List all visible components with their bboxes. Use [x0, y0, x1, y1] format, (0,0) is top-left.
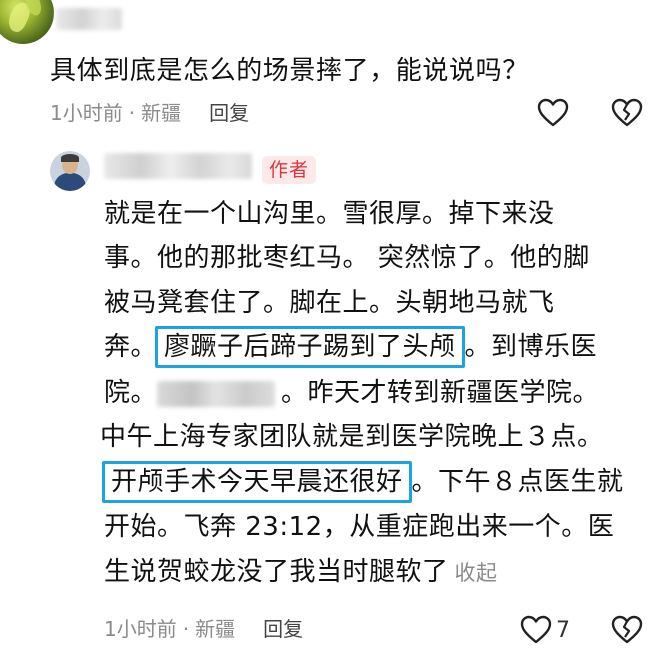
- highlighted-phrase: 廖蹶子后蹄子踢到了头颅: [155, 326, 465, 368]
- collapse-button[interactable]: 收起: [455, 561, 498, 585]
- heart-outline-icon[interactable]: [536, 96, 570, 130]
- broken-heart-icon[interactable]: [610, 96, 644, 130]
- heart-outline-icon[interactable]: [519, 613, 553, 647]
- reply-line: 中午上海专家团队就是到医学院晚上３点。: [100, 422, 604, 452]
- reply-line: 生说贺蛟龙没了我当时腿软了 收起: [104, 557, 498, 587]
- reply-line: 开颅手术今天早晨还很好 。下午８点医生就: [102, 458, 624, 506]
- highlighted-phrase: 开颅手术今天早晨还很好: [102, 461, 412, 503]
- reply-line: 被马凳套住了。脚在上。头朝地马就飞: [104, 288, 555, 318]
- author-badge: 作者: [262, 156, 316, 184]
- reply-line: 开始。飞奔 23:12，从重症跑出来一个。医: [104, 512, 615, 542]
- comment-text: 具体到底是怎么的场景摔了，能说说吗？: [50, 56, 529, 86]
- commenter-name-blurred: [56, 8, 122, 30]
- meta-separator: ·: [128, 101, 136, 125]
- comment-location: 新疆: [141, 101, 182, 125]
- author-avatar[interactable]: [50, 151, 90, 191]
- hospital-name-blurred: [157, 380, 276, 407]
- reply-line: 就是在一个山沟里。雪很厚。掉下来没: [104, 199, 555, 229]
- reply-button[interactable]: 回复: [263, 617, 303, 641]
- reply-button[interactable]: 回复: [209, 101, 249, 125]
- comment-time: 1小时前: [50, 101, 123, 125]
- meta-separator: ·: [182, 617, 190, 641]
- reply-location: 新疆: [195, 617, 236, 641]
- like-count: 7: [556, 618, 570, 643]
- reply-meta: 1小时前 · 新疆 回复: [104, 614, 303, 644]
- reply-time: 1小时前: [104, 617, 177, 641]
- commenter-avatar[interactable]: [0, 0, 54, 44]
- broken-heart-icon[interactable]: [610, 613, 644, 647]
- reply-line: 奔。 廖蹶子后蹄子踢到了头颅 。到博乐医: [104, 323, 597, 371]
- reply-line: 事。他的那批枣红马。 突然惊了。他的脚: [104, 243, 590, 273]
- author-name-blurred: [104, 153, 252, 179]
- reply-line: 院。 。昨天才转到新疆医学院。: [104, 378, 600, 408]
- comment-meta: 1小时前 · 新疆 回复: [50, 98, 249, 128]
